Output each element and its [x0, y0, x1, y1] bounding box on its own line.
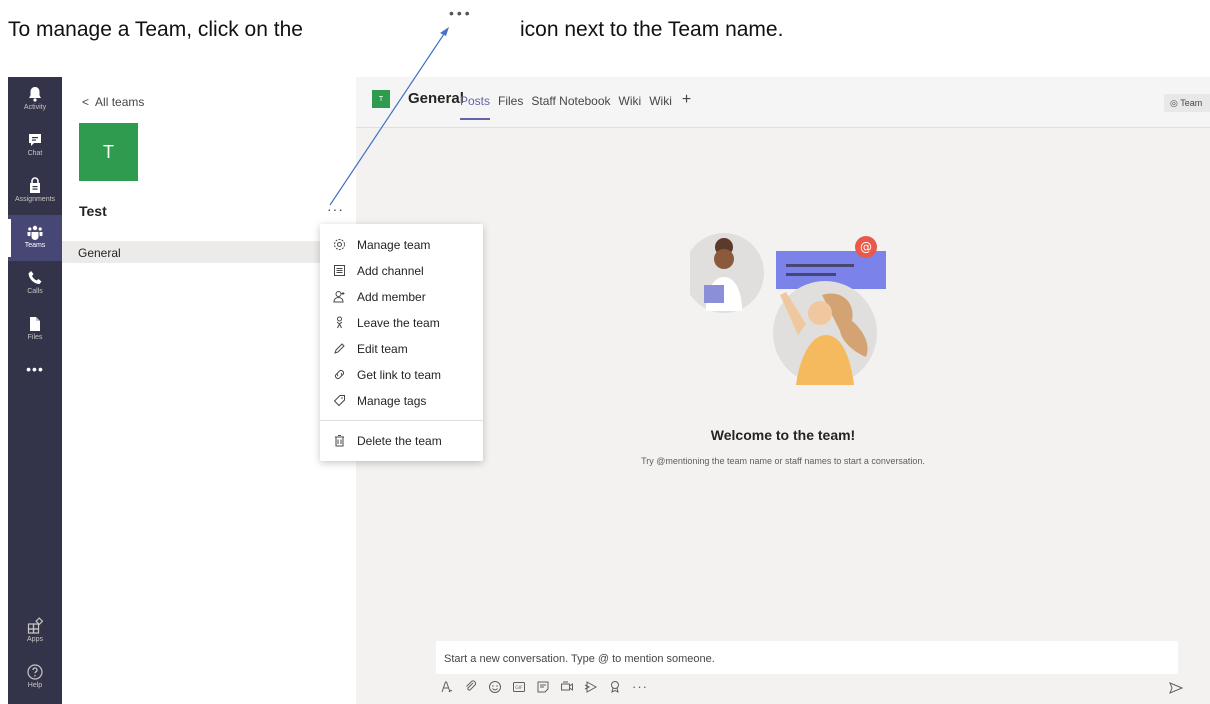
- menu-item-label: Add member: [357, 290, 426, 304]
- sticker-icon[interactable]: [536, 680, 550, 694]
- menu-item-leave-team[interactable]: Leave the team: [320, 310, 483, 336]
- menu-item-label: Delete the team: [357, 434, 442, 448]
- welcome-subtitle: Try @mentioning the team name or staff n…: [641, 456, 925, 466]
- svg-text:GIF: GIF: [515, 685, 523, 691]
- rail-label: Calls: [27, 288, 43, 295]
- menu-item-add-member[interactable]: Add member: [320, 284, 483, 310]
- teams-pane: < All teams T Test ··· General: [62, 77, 356, 704]
- team-name: Test: [79, 203, 107, 219]
- app-rail: Activity Chat Assignments Teams Calls Fi…: [8, 77, 62, 704]
- praise-icon[interactable]: [608, 680, 622, 694]
- bell-icon: [29, 87, 41, 102]
- channel-tabs: Posts Files Staff Notebook Wiki Wiki +: [460, 92, 691, 120]
- team-options-menu: Manage team Add channel Add member Leave…: [320, 224, 483, 461]
- files-icon: [30, 317, 40, 331]
- menu-item-label: Get link to team: [357, 368, 442, 382]
- gear-icon: [334, 239, 345, 250]
- rail-label: Teams: [24, 242, 46, 249]
- more-options-illustration-icon: •••: [449, 5, 473, 21]
- team-button[interactable]: ◎ Team: [1164, 94, 1210, 112]
- add-member-icon: [333, 291, 345, 303]
- menu-item-add-channel[interactable]: Add channel: [320, 258, 483, 284]
- teams-icon: [27, 225, 43, 240]
- rail-label: Chat: [27, 150, 43, 157]
- trash-icon: [335, 435, 344, 447]
- instruction-part1: To manage a Team, click on the: [8, 18, 303, 41]
- menu-item-edit-team[interactable]: Edit team: [320, 336, 483, 362]
- tab-posts[interactable]: Posts: [460, 94, 491, 120]
- apps-icon: [27, 617, 44, 634]
- stream-icon[interactable]: [584, 680, 598, 694]
- rail-item-chat[interactable]: Chat: [8, 123, 62, 169]
- format-icon[interactable]: [440, 680, 454, 694]
- tab-wiki[interactable]: Wiki: [619, 94, 642, 108]
- welcome-illustration: @: [690, 233, 886, 385]
- svg-text:@: @: [860, 240, 872, 254]
- gif-icon[interactable]: GIF: [512, 680, 526, 694]
- help-icon: [27, 664, 43, 680]
- channel-title: General: [408, 90, 464, 107]
- instruction-part2: icon next to the Team name.: [520, 18, 784, 41]
- menu-item-label: Edit team: [357, 342, 408, 356]
- all-teams-label: All teams: [95, 95, 145, 109]
- menu-item-label: Leave the team: [357, 316, 440, 330]
- tag-icon: [333, 395, 345, 407]
- menu-item-label: Manage team: [357, 238, 431, 252]
- menu-item-get-link[interactable]: Get link to team: [320, 362, 483, 388]
- chevron-left-icon: <: [82, 95, 90, 109]
- menu-item-manage-tags[interactable]: Manage tags: [320, 388, 483, 414]
- more-options-icon[interactable]: ···: [327, 201, 344, 217]
- menu-item-label: Add channel: [357, 264, 424, 278]
- tab-files[interactable]: Files: [498, 94, 523, 108]
- emoji-icon[interactable]: [488, 680, 502, 694]
- leave-icon: [336, 316, 343, 329]
- team-avatar: T: [79, 123, 138, 181]
- compose-box[interactable]: [436, 641, 1178, 676]
- rail-label: Activity: [23, 104, 47, 111]
- tab-staff-notebook[interactable]: Staff Notebook: [531, 94, 610, 108]
- rail-label: Help: [27, 682, 43, 689]
- all-teams-link[interactable]: < All teams: [82, 95, 144, 109]
- welcome-title: Welcome to the team!: [710, 427, 856, 443]
- meet-now-icon[interactable]: [560, 680, 574, 694]
- new-conversation-input[interactable]: [436, 641, 1176, 676]
- rail-label: Files: [27, 334, 43, 341]
- rail-more-icon[interactable]: •••: [8, 361, 62, 377]
- channel-content: T General Posts Files Staff Notebook Wik…: [356, 77, 1210, 704]
- menu-divider: [320, 420, 483, 421]
- chat-icon: [29, 134, 41, 146]
- rail-item-teams[interactable]: Teams: [8, 215, 62, 261]
- add-tab-icon[interactable]: +: [682, 92, 691, 108]
- pencil-icon: [334, 343, 345, 354]
- add-channel-icon: [334, 265, 345, 276]
- compose-more-icon[interactable]: ···: [632, 680, 648, 693]
- rail-item-apps[interactable]: Apps: [8, 609, 62, 655]
- channel-header: T General Posts Files Staff Notebook Wik…: [356, 77, 1210, 128]
- compose-toolbar: GIF ···: [440, 680, 648, 694]
- rail-item-assignments[interactable]: Assignments: [8, 169, 62, 215]
- rail-item-files[interactable]: Files: [8, 307, 62, 353]
- tab-wiki-2[interactable]: Wiki: [649, 94, 672, 108]
- menu-item-delete-team[interactable]: Delete the team: [320, 428, 483, 454]
- channel-item-general[interactable]: General: [62, 241, 356, 263]
- send-icon[interactable]: [1168, 680, 1184, 696]
- rail-item-help[interactable]: Help: [8, 655, 62, 701]
- rail-item-calls[interactable]: Calls: [8, 261, 62, 307]
- menu-item-manage-team[interactable]: Manage team: [320, 232, 483, 258]
- channel-label: General: [78, 246, 121, 260]
- menu-item-label: Manage tags: [357, 394, 427, 408]
- phone-icon: [28, 271, 42, 284]
- assignments-icon: [30, 177, 40, 193]
- channel-team-avatar: T: [372, 90, 390, 108]
- rail-item-activity[interactable]: Activity: [8, 77, 62, 123]
- rail-label: Assignments: [14, 196, 56, 203]
- attach-icon[interactable]: [464, 680, 478, 694]
- link-icon: [335, 370, 344, 379]
- rail-label: Apps: [27, 636, 43, 643]
- instruction-text: To manage a Team, click on the icon next…: [8, 18, 783, 42]
